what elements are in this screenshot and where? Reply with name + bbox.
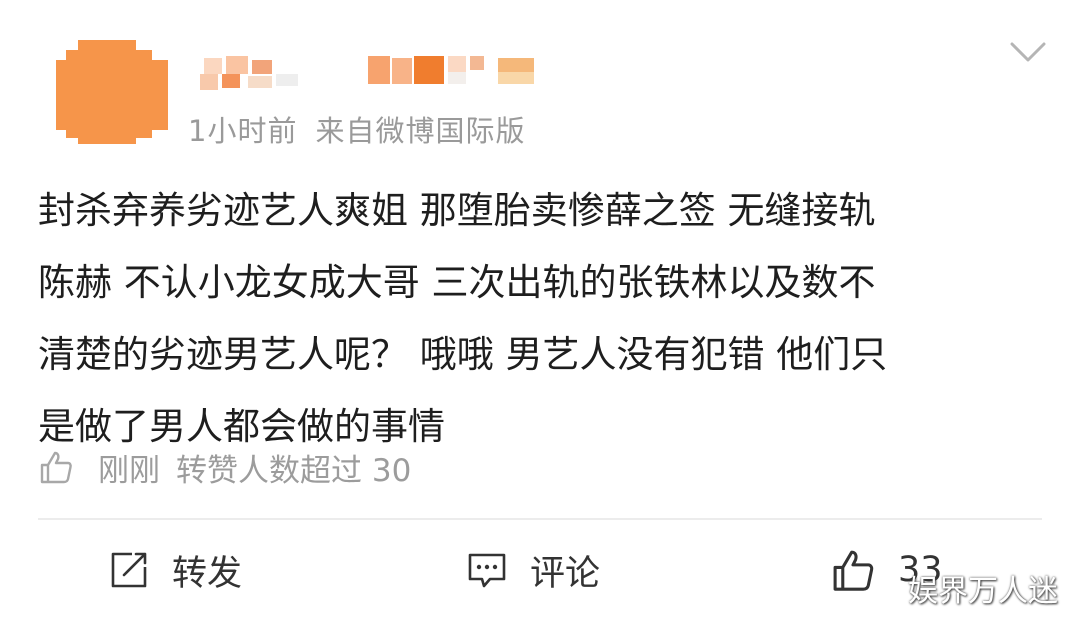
chevron-down-icon[interactable] [1008,38,1048,66]
comment-button[interactable]: 评论 [466,540,600,600]
thumbs-up-icon [833,550,874,591]
avatar[interactable] [56,40,168,144]
repost-text: 转赞人数超过 30 [176,452,412,489]
divider [38,518,1042,520]
repost-button[interactable]: 转发 [108,540,242,600]
post-content: 封杀弃养劣迹艺人爽姐 那堕胎卖惨薛之签 无缝接轨 陈赫 不认小龙女成大哥 三次出… [38,189,888,448]
repost-icon [111,552,147,588]
post-source: 来自微博国际版 [315,114,526,148]
repost-time: 刚刚 [98,452,160,489]
thumbs-up-icon [40,451,72,484]
post-meta: 1小时前 来自微博国际版 [188,108,525,150]
comment-icon [468,553,506,588]
username[interactable] [200,56,540,90]
repost-label: 转发 [172,553,243,594]
post-time: 1小时前 [188,114,298,148]
repost-notice: 刚刚 转赞人数超过 30 [38,443,411,491]
watermark: 娱界万人迷 [908,574,1058,609]
comment-label: 评论 [530,553,601,594]
